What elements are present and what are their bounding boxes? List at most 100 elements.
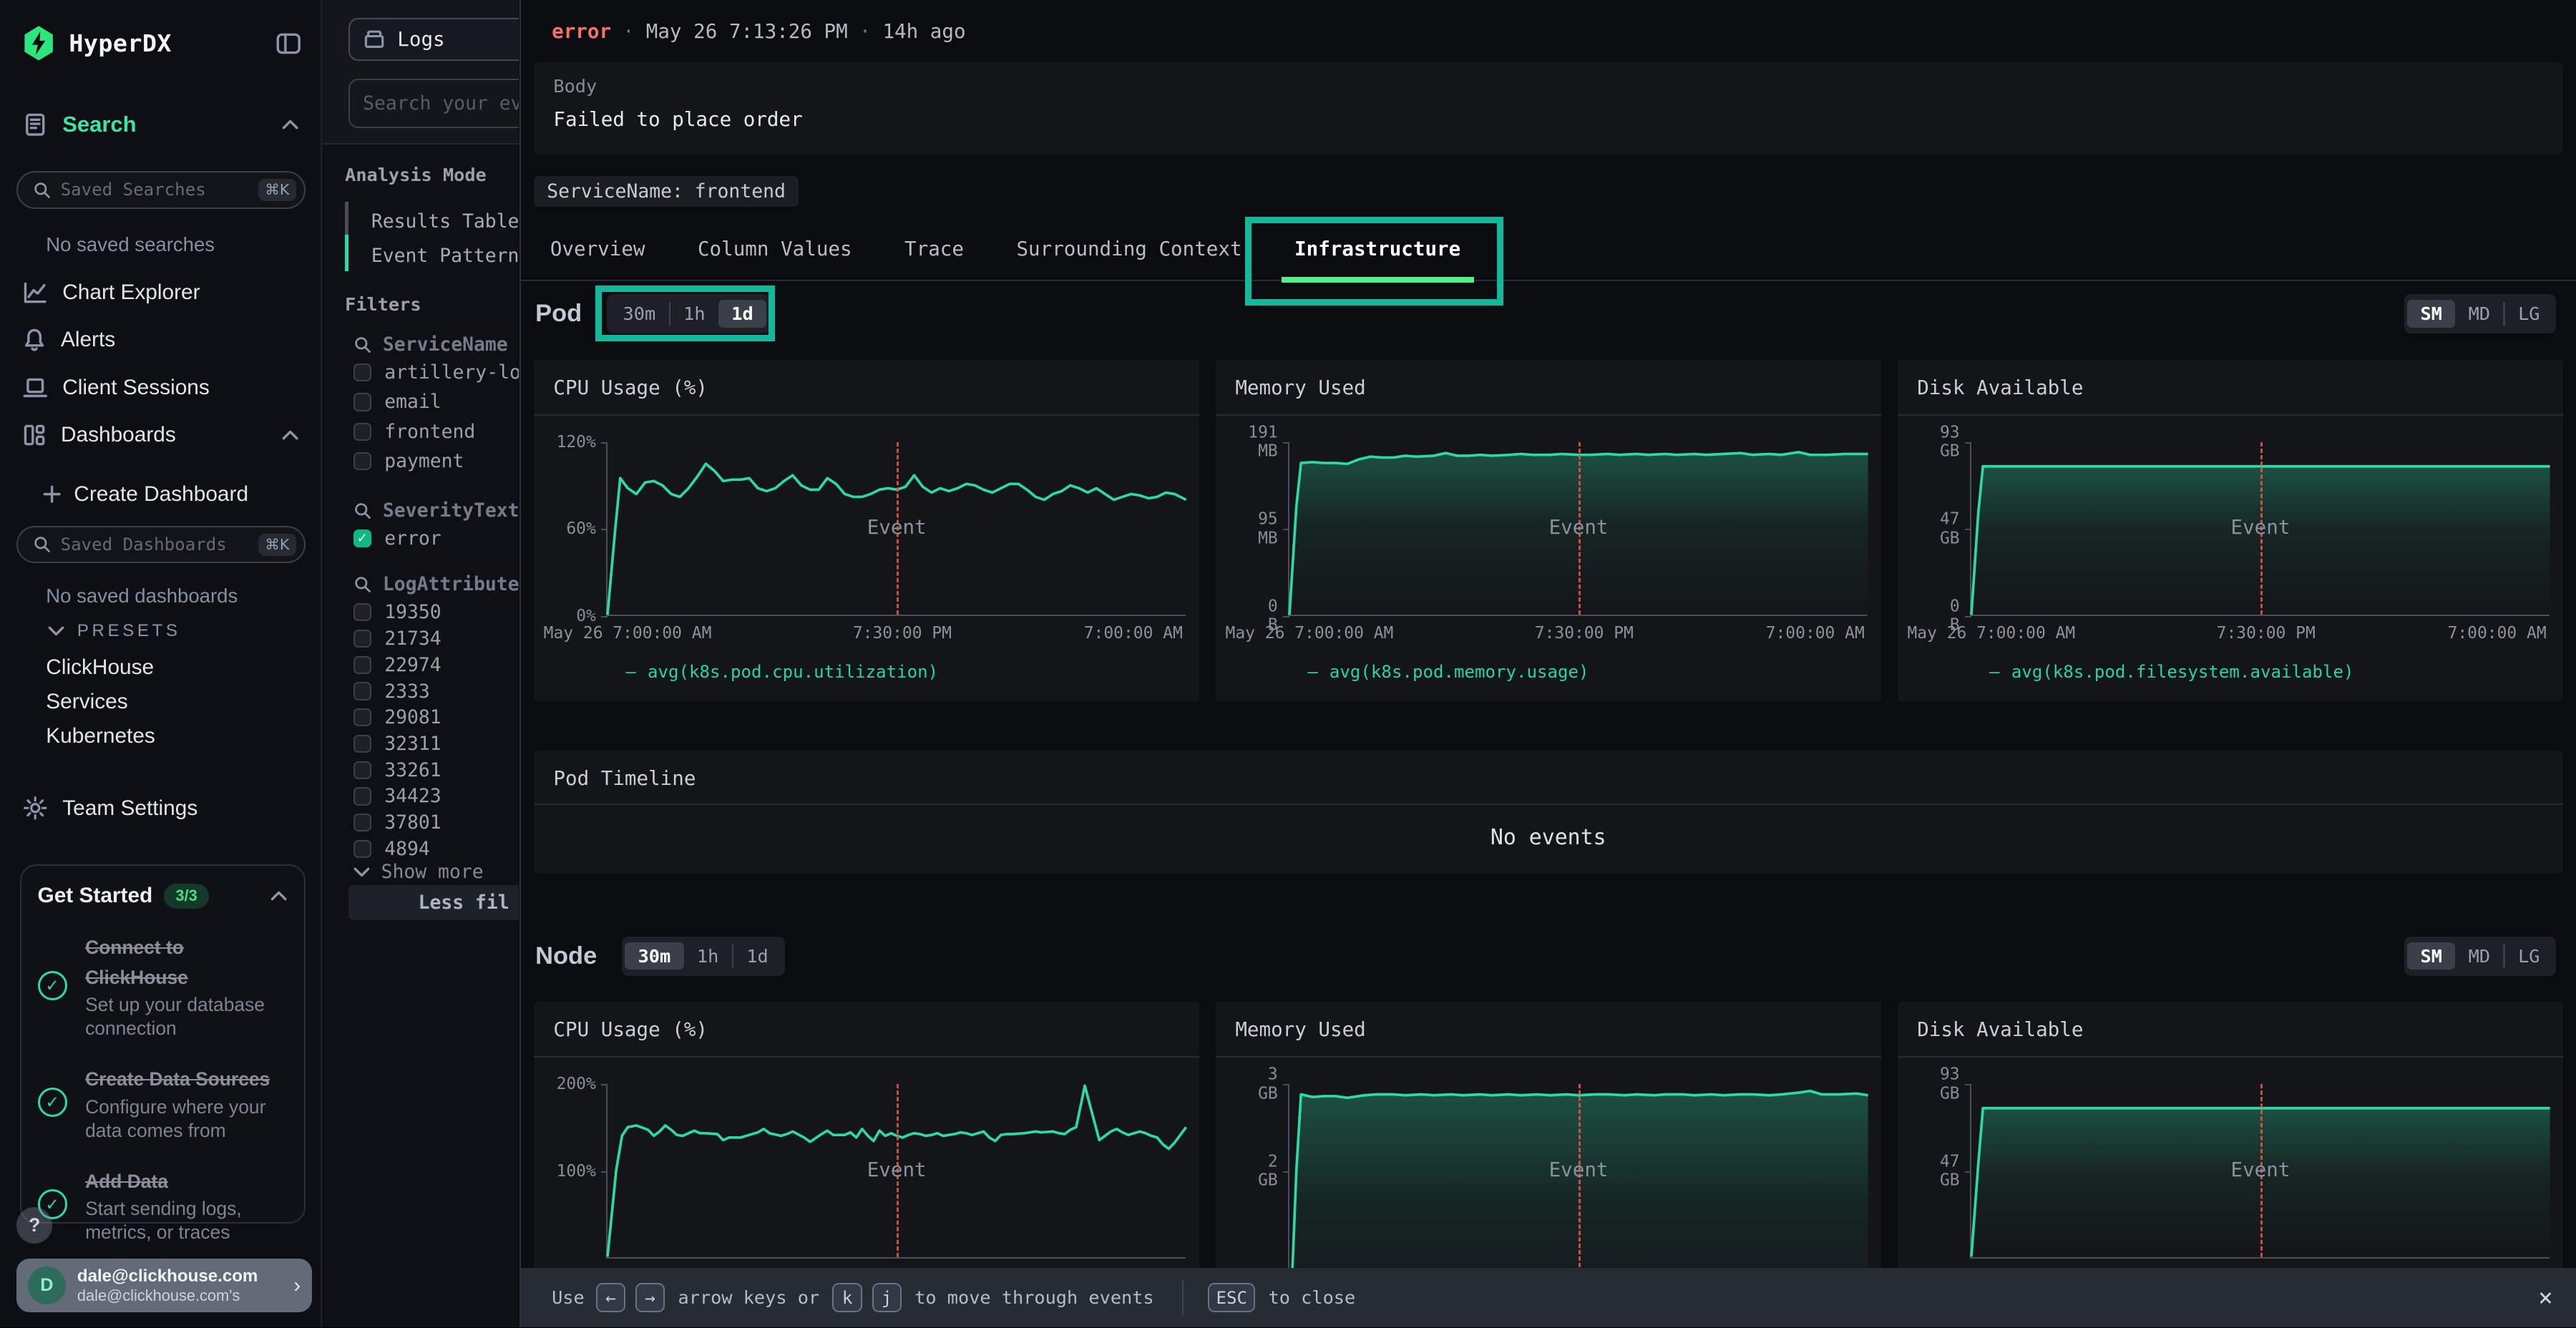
bell-icon	[23, 328, 46, 352]
event-search-input[interactable]	[348, 79, 519, 128]
checkbox-icon[interactable]	[353, 423, 371, 441]
laptop-icon	[23, 377, 47, 399]
checkbox-icon[interactable]	[353, 814, 371, 831]
preset-services[interactable]: Services	[46, 690, 127, 714]
get-started-step-sources[interactable]: ✓ Create Data SourcesConfigure where you…	[38, 1062, 288, 1143]
chevron-up-icon[interactable]	[270, 890, 288, 902]
filter-group-logattributes[interactable]: LogAttributes	[353, 573, 519, 595]
event-marker-label: Event	[867, 516, 927, 539]
node-size-toggle: SM MD LG	[2404, 937, 2557, 976]
source-selector-button[interactable]: Logs	[348, 18, 519, 61]
filter-option[interactable]: artillery-loa	[353, 361, 519, 384]
checkbox-icon[interactable]	[353, 761, 371, 779]
filter-group-servicename[interactable]: ServiceName	[353, 333, 508, 356]
filter-option[interactable]: 32311	[353, 733, 441, 755]
sidebar-item-chart-explorer[interactable]: Chart Explorer	[23, 276, 299, 309]
node-range-1d[interactable]: 1d	[733, 942, 781, 970]
filter-option[interactable]: 33261	[353, 759, 441, 781]
create-dashboard-button[interactable]: Create Dashboard	[43, 478, 319, 511]
node-range-1h[interactable]: 1h	[684, 942, 732, 970]
filter-option[interactable]: 22974	[353, 654, 441, 676]
search-icon	[353, 336, 371, 353]
chart-x-axis: May 26 7:00:00 AM7:30:00 PM7:00:00 AM	[1907, 624, 2536, 647]
tab-infrastructure[interactable]: Infrastructure	[1294, 218, 1460, 279]
collapse-sidebar-icon[interactable]	[276, 33, 301, 54]
mode-event-patterns[interactable]: Event Patterns	[371, 245, 519, 267]
filter-option[interactable]: 21734	[353, 628, 441, 650]
filter-option[interactable]: 37801	[353, 811, 441, 834]
node-range-30m[interactable]: 30m	[625, 942, 683, 970]
tab-trace[interactable]: Trace	[904, 218, 964, 279]
filter-option[interactable]: frontend	[353, 421, 476, 443]
filter-option-error[interactable]: ✓error	[353, 527, 441, 550]
sidebar-item-dashboards[interactable]: Dashboards	[23, 419, 299, 451]
pod-timeline-card: Pod Timeline No events	[534, 751, 2563, 874]
node-size-sm[interactable]: SM	[2407, 942, 2455, 970]
filter-option[interactable]: email	[353, 391, 441, 413]
event-marker-label: Event	[867, 1158, 927, 1181]
saved-searches-input[interactable]: ⌘K	[16, 171, 306, 209]
filter-option[interactable]: 2333	[353, 680, 430, 703]
chart-title: Disk Available	[1898, 1002, 2563, 1058]
node-size-lg[interactable]: LG	[2505, 942, 2553, 970]
pod-range-30m[interactable]: 30m	[610, 300, 668, 327]
tab-surrounding-context[interactable]: Surrounding Context	[1016, 218, 1241, 279]
filter-option[interactable]: 29081	[353, 706, 441, 728]
show-more-toggle[interactable]: Show more	[353, 861, 484, 883]
filter-option[interactable]: 4894	[353, 838, 430, 860]
checkbox-icon[interactable]	[353, 708, 371, 726]
checkbox-icon[interactable]	[353, 682, 371, 700]
close-icon[interactable]: ×	[2538, 1286, 2553, 1310]
sidebar-item-client-sessions[interactable]: Client Sessions	[23, 371, 299, 404]
tab-column-values[interactable]: Column Values	[698, 218, 852, 279]
mode-results-table[interactable]: Results Table	[371, 210, 519, 233]
user-team: dale@clickhouse.com's	[77, 1286, 258, 1304]
pod-range-1h[interactable]: 1h	[670, 300, 718, 327]
pod-memory-chart: Memory Used 191 MB95 MB0 BEvent May 26 7…	[1216, 360, 1881, 702]
checkbox-icon[interactable]	[353, 603, 371, 621]
pod-cpu-chart: CPU Usage (%) 120%60%0%Event May 26 7:00…	[534, 360, 1199, 702]
pod-size-lg[interactable]: LG	[2505, 300, 2553, 327]
get-started-step-add-data[interactable]: ✓ Add DataStart sending logs, metrics, o…	[38, 1164, 288, 1245]
shortcut-badge: ⌘K	[258, 534, 296, 556]
filter-group-severitytext[interactable]: SeverityText	[353, 499, 519, 522]
severity-badge: error	[552, 20, 611, 43]
node-section-header: Node 30m 1h 1d SM MD LG	[535, 928, 2556, 984]
checkbox-icon[interactable]	[353, 393, 371, 411]
checkbox-icon[interactable]	[353, 840, 371, 858]
tab-overview[interactable]: Overview	[550, 218, 645, 279]
checkbox-icon[interactable]	[353, 363, 371, 381]
checkbox-icon[interactable]	[353, 656, 371, 674]
checkbox-checked-icon[interactable]: ✓	[353, 529, 371, 547]
presets-toggle[interactable]: PRESETS	[48, 621, 181, 641]
search-icon	[33, 181, 51, 199]
user-menu[interactable]: D dale@clickhouse.com dale@clickhouse.co…	[16, 1259, 312, 1313]
chart-plot: 191 MB95 MB0 BEvent	[1288, 442, 1868, 616]
filter-option[interactable]: 19350	[353, 601, 441, 623]
pod-range-1d[interactable]: 1d	[718, 300, 766, 327]
service-name-tag[interactable]: ServiceName: frontend	[534, 176, 799, 208]
checkbox-icon[interactable]	[353, 452, 371, 470]
sidebar-item-alerts[interactable]: Alerts	[23, 323, 299, 356]
pod-disk-chart: Disk Available 93 GB47 GB0 BEvent May 26…	[1898, 360, 2563, 702]
less-filters-button[interactable]: Less fil	[348, 885, 519, 919]
checkbox-icon[interactable]	[353, 787, 371, 805]
help-button[interactable]: ?	[16, 1207, 53, 1244]
search-label: Search	[62, 112, 136, 137]
pod-size-sm[interactable]: SM	[2407, 300, 2455, 327]
get-started-step-connect[interactable]: ✓ Connect to ClickHouseSet up your datab…	[38, 930, 288, 1041]
sidebar-item-team-settings[interactable]: Team Settings	[23, 792, 299, 825]
checkbox-icon[interactable]	[353, 630, 371, 648]
pod-size-md[interactable]: MD	[2455, 300, 2503, 327]
node-size-md[interactable]: MD	[2455, 942, 2503, 970]
saved-dashboards-input[interactable]: ⌘K	[16, 526, 306, 564]
sidebar-item-search[interactable]: Search	[23, 112, 299, 137]
grid-icon	[23, 424, 46, 446]
brand-name: HyperDX	[69, 29, 171, 57]
checkbox-icon[interactable]	[353, 735, 371, 753]
preset-clickhouse[interactable]: ClickHouse	[46, 655, 154, 680]
chart-plot: 120%60%0%Event	[606, 442, 1186, 616]
filter-option[interactable]: payment	[353, 450, 464, 472]
preset-kubernetes[interactable]: Kubernetes	[46, 724, 155, 748]
filter-option[interactable]: 34423	[353, 785, 441, 807]
